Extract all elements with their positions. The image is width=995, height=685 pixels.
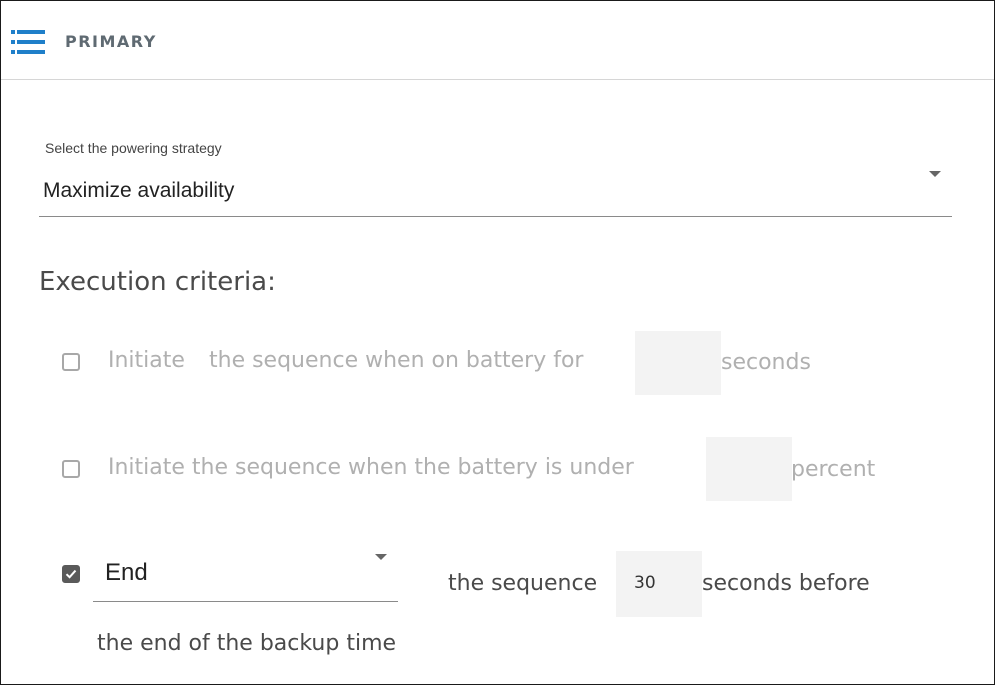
checkmark-icon [65, 569, 77, 579]
chevron-down-icon[interactable] [375, 554, 387, 560]
end-select-value[interactable]: End [105, 559, 148, 587]
powering-strategy-panel: PRIMARY Select the powering strategy Max… [0, 0, 995, 685]
strategy-select-value[interactable]: Maximize availability [43, 179, 234, 203]
battery-seconds-input[interactable] [635, 331, 721, 395]
end-text-1: the sequence [448, 571, 598, 596]
battery-seconds-checkbox[interactable] [62, 353, 80, 371]
end-text-2: seconds before [702, 571, 870, 596]
end-checkbox[interactable] [62, 565, 80, 583]
hamburger-menu-icon[interactable] [11, 29, 45, 55]
header-title: PRIMARY [65, 32, 157, 51]
battery-seconds-text-1: Initiate [108, 348, 185, 373]
strategy-select-underline [39, 216, 952, 217]
battery-percent-unit: percent [791, 457, 876, 482]
battery-percent-text: Initiate the sequence when the battery i… [108, 455, 634, 480]
battery-percent-checkbox[interactable] [62, 460, 80, 478]
battery-percent-input[interactable] [706, 437, 792, 501]
end-text-3: the end of the backup time [97, 631, 397, 656]
battery-seconds-text-2: the sequence when on battery for [209, 348, 584, 373]
strategy-select-label: Select the powering strategy [45, 140, 222, 156]
execution-criteria-title: Execution criteria: [39, 267, 276, 297]
chevron-down-icon[interactable] [929, 171, 941, 177]
end-seconds-input[interactable]: 30 [616, 551, 702, 617]
end-seconds-value[interactable]: 30 [634, 573, 656, 593]
panel-header: PRIMARY [1, 1, 994, 80]
end-select-underline [93, 601, 398, 602]
battery-seconds-unit: seconds [721, 350, 811, 375]
